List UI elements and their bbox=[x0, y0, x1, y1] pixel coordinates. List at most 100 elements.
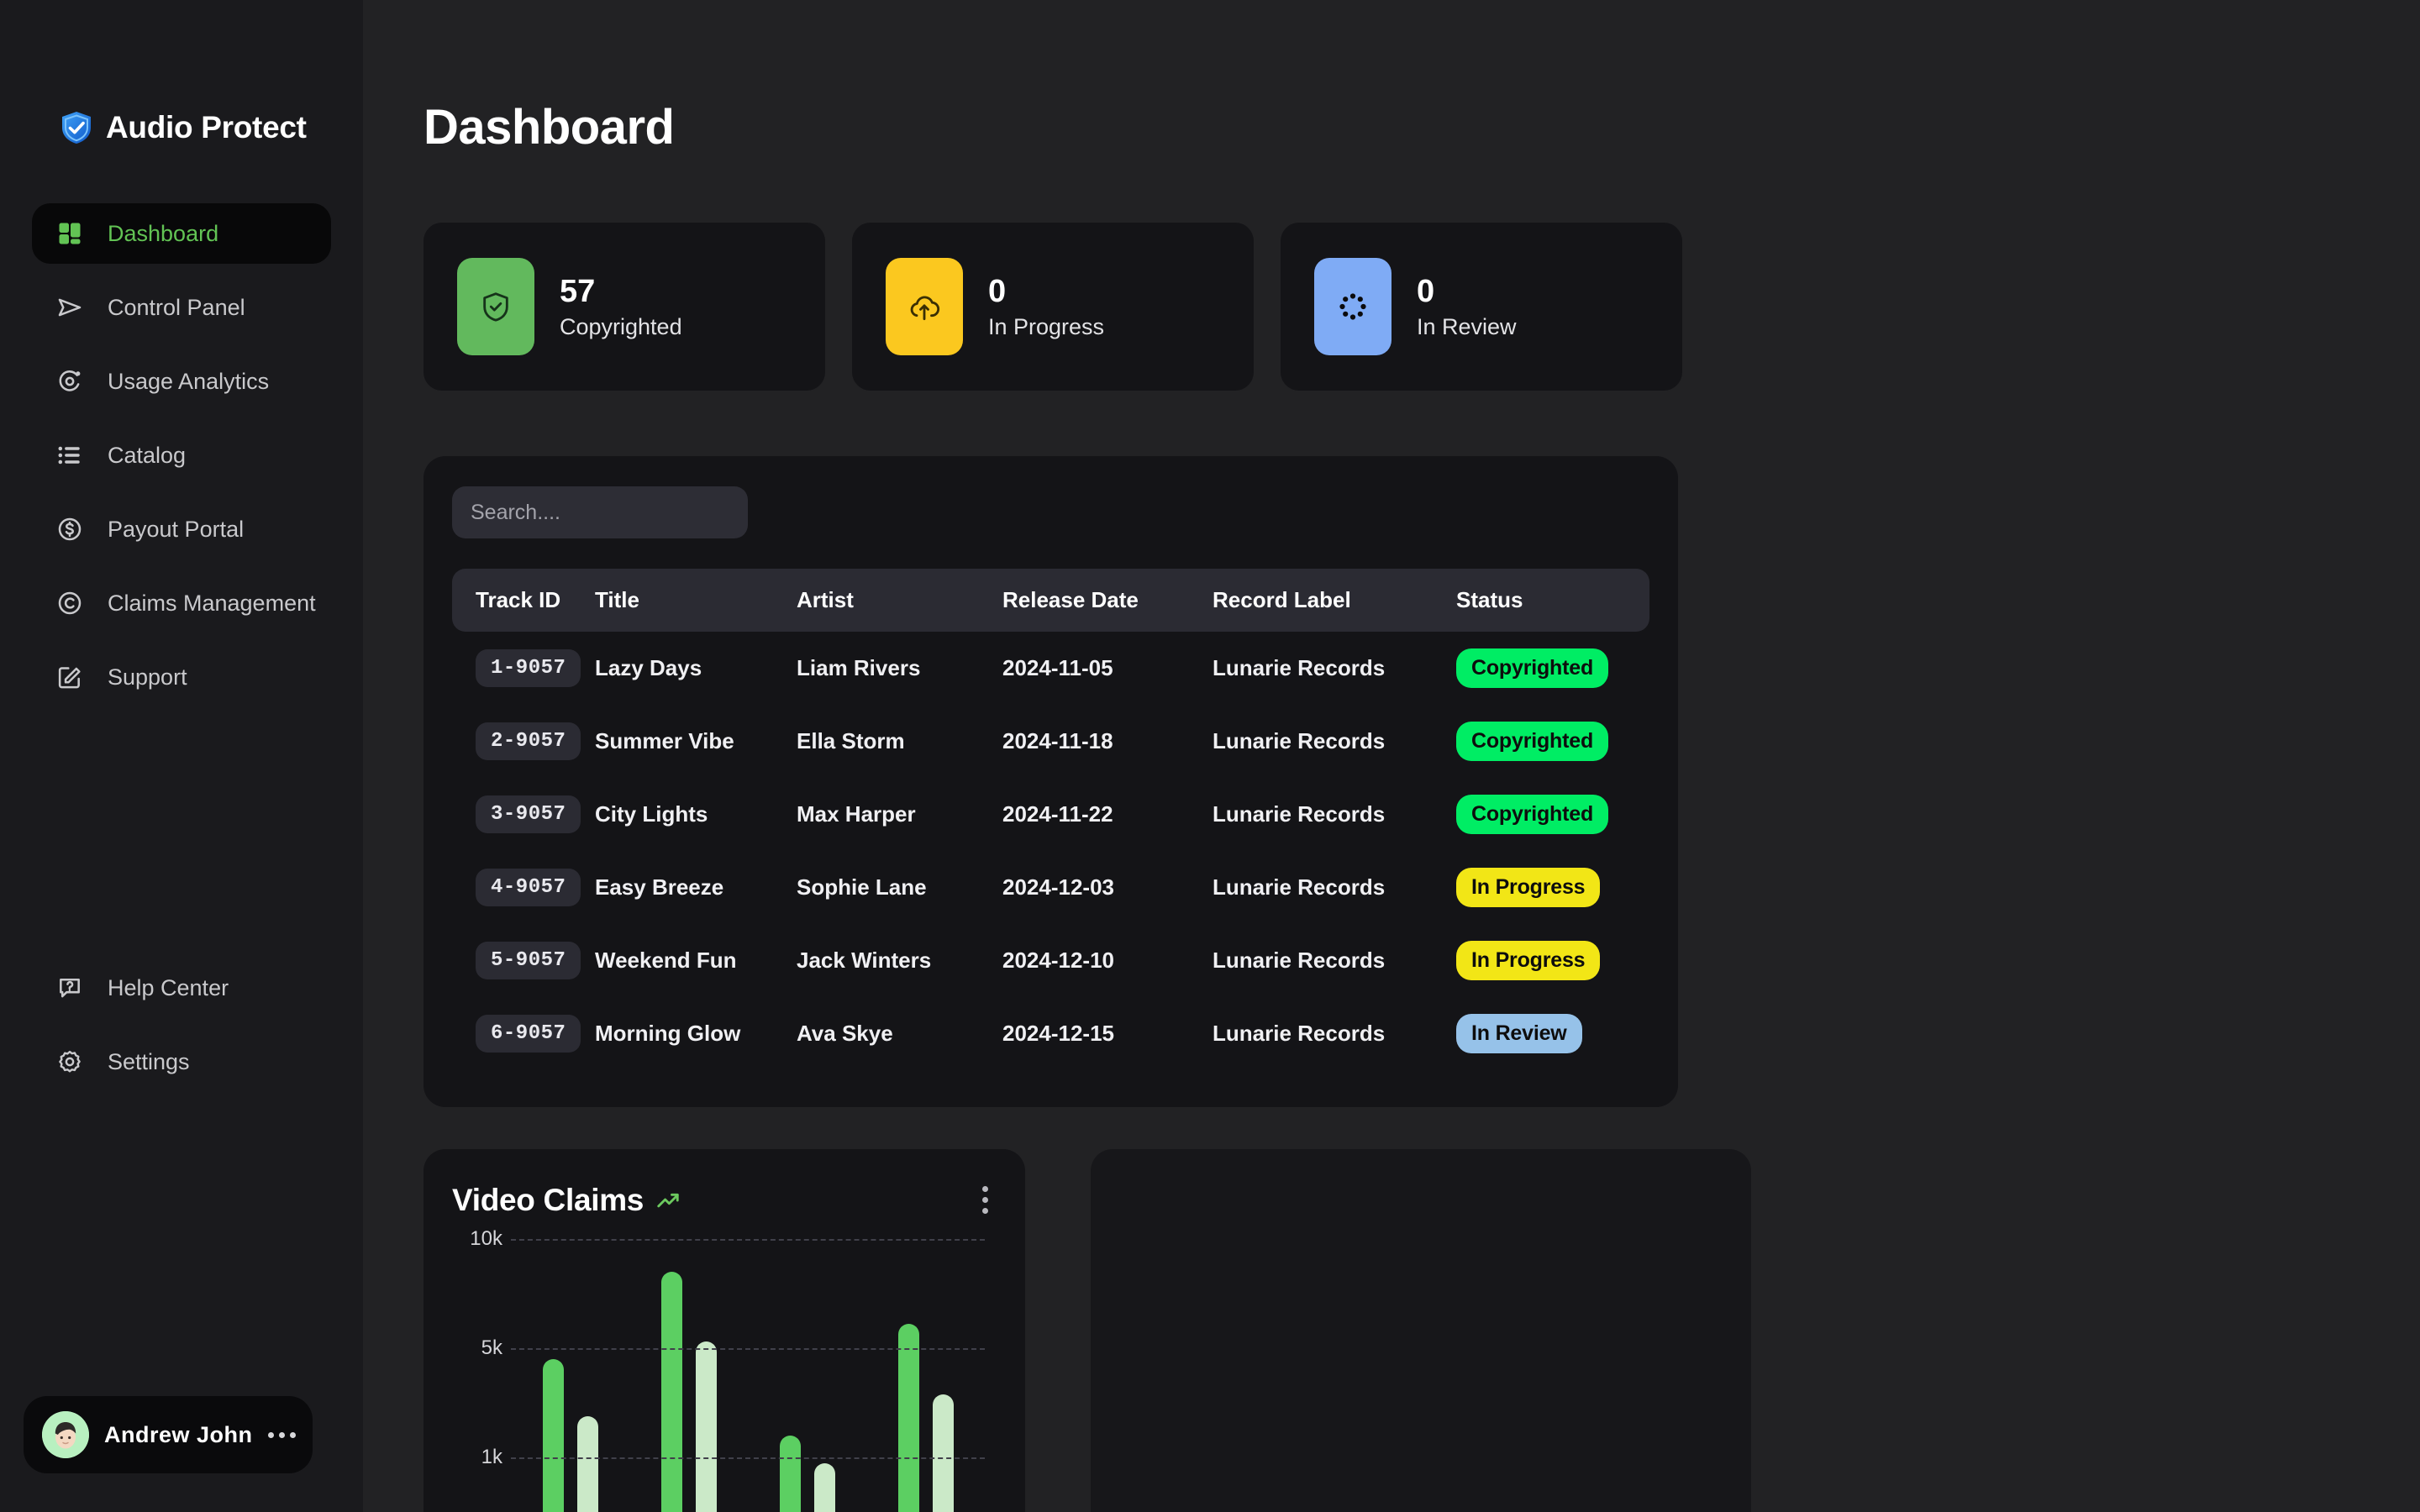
cell-artist: Sophie Lane bbox=[797, 874, 927, 900]
cell-record-label: Lunarie Records bbox=[1213, 655, 1386, 680]
sidebar-item-control-panel[interactable]: Control Panel bbox=[32, 277, 331, 338]
stat-card-in-progress[interactable]: 0 In Progress bbox=[852, 223, 1254, 391]
help-chat-icon bbox=[54, 972, 86, 1004]
table-header-row: Track ID Title Artist Release Date Recor… bbox=[452, 569, 1649, 632]
table-row[interactable]: 5-9057 Weekend Fun Jack Winters 2024-12-10 L… bbox=[452, 924, 1649, 997]
status-badge: In Progress bbox=[1456, 941, 1601, 980]
sidebar-item-label: Support bbox=[108, 664, 187, 690]
cell-track-id: 5-9057 bbox=[452, 924, 595, 997]
cell-record-label: Lunarie Records bbox=[1213, 801, 1386, 827]
app-root: Audio Protect Dashboard Control Panel Us bbox=[0, 0, 2420, 1512]
chart-bar[interactable] bbox=[897, 1324, 919, 1512]
empty-panel-card bbox=[1091, 1149, 1751, 1512]
cell-status: In Progress bbox=[1456, 924, 1649, 997]
sidebar-nav-bottom: Help Center Settings bbox=[0, 958, 363, 1105]
sidebar-item-settings[interactable]: Settings bbox=[32, 1032, 331, 1092]
table-row[interactable]: 6-9057 Morning Glow Ava Skye 2024-12-15 Luna… bbox=[452, 997, 1649, 1070]
trending-up-icon bbox=[655, 1188, 681, 1213]
more-vertical-icon[interactable] bbox=[974, 1181, 997, 1219]
table-row[interactable]: 1-9057 Lazy Days Liam Rivers 2024-11-05 Luna… bbox=[452, 632, 1649, 705]
tracks-table: Track ID Title Artist Release Date Recor… bbox=[452, 569, 1649, 1070]
cell-track-id: 2-9057 bbox=[452, 705, 595, 778]
chart-bar[interactable] bbox=[695, 1341, 717, 1512]
y-axis-tick: 5k bbox=[481, 1336, 502, 1359]
cell-title: City Lights bbox=[595, 801, 708, 827]
stat-value: 0 bbox=[1417, 273, 1435, 309]
stat-text: 57 Copyrighted bbox=[560, 276, 682, 339]
sidebar-item-label: Payout Portal bbox=[108, 516, 245, 542]
main-content: Dashboard 57 Copyrighted 0 In Progress 0… bbox=[363, 0, 2420, 1512]
chart-bar[interactable] bbox=[542, 1359, 564, 1512]
video-claims-card: Video Claims 10k5k1k0 Q1Q2Q3Q4 bbox=[424, 1149, 1025, 1512]
cell-artist: Max Harper bbox=[797, 801, 916, 827]
cell-track-id: 4-9057 bbox=[452, 851, 595, 924]
chart-bar[interactable] bbox=[932, 1394, 954, 1512]
table-header: Track ID Title Artist Release Date Recor… bbox=[452, 569, 1649, 632]
sidebar-item-usage-analytics[interactable]: Usage Analytics bbox=[32, 351, 331, 412]
stat-text: 0 In Progress bbox=[988, 276, 1104, 339]
chart-bar-group bbox=[779, 1239, 835, 1512]
column-header-status[interactable]: Status bbox=[1456, 569, 1649, 632]
chart-header: Video Claims bbox=[452, 1181, 997, 1219]
cell-status: In Review bbox=[1456, 997, 1649, 1070]
more-horizontal-icon[interactable] bbox=[267, 1431, 302, 1438]
chart-bar-group bbox=[660, 1239, 717, 1512]
stat-value: 0 bbox=[988, 273, 1007, 309]
chart-bar[interactable] bbox=[576, 1416, 598, 1512]
profile-name: Andrew John bbox=[104, 1421, 253, 1447]
table-row[interactable]: 2-9057 Summer Vibe Ella Storm 2024-11-18 Lun… bbox=[452, 705, 1649, 778]
chart-plot bbox=[511, 1239, 985, 1512]
avatar bbox=[42, 1411, 89, 1458]
cell-release-date: 2024-11-18 bbox=[1002, 728, 1113, 753]
track-id-pill: 1-9057 bbox=[476, 649, 581, 687]
table-row[interactable]: 4-9057 Easy Breeze Sophie Lane 2024-12-03 Lu… bbox=[452, 851, 1649, 924]
column-header-record-label[interactable]: Record Label bbox=[1213, 569, 1456, 632]
table-body: 1-9057 Lazy Days Liam Rivers 2024-11-05 Luna… bbox=[452, 632, 1649, 1070]
track-id-pill: 3-9057 bbox=[476, 795, 581, 833]
chart-bar-group bbox=[897, 1239, 954, 1512]
sidebar-item-label: Settings bbox=[108, 1048, 190, 1074]
status-badge: In Progress bbox=[1456, 868, 1601, 907]
column-header-title[interactable]: Title bbox=[595, 569, 797, 632]
sidebar-item-payout-portal[interactable]: Payout Portal bbox=[32, 499, 331, 559]
sidebar-item-label: Catalog bbox=[108, 442, 187, 468]
sidebar-item-dashboard[interactable]: Dashboard bbox=[32, 203, 331, 264]
sidebar-item-label: Control Panel bbox=[108, 294, 245, 320]
column-header-track-id[interactable]: Track ID bbox=[452, 569, 595, 632]
chart-bar[interactable] bbox=[813, 1462, 835, 1512]
status-badge: Copyrighted bbox=[1456, 722, 1609, 761]
table-row[interactable]: 3-9057 City Lights Max Harper 2024-11-22 Lun… bbox=[452, 778, 1649, 851]
sidebar-item-catalog[interactable]: Catalog bbox=[32, 425, 331, 486]
column-header-artist[interactable]: Artist bbox=[797, 569, 1002, 632]
column-header-release-date[interactable]: Release Date bbox=[1002, 569, 1213, 632]
sidebar-item-help-center[interactable]: Help Center bbox=[32, 958, 331, 1018]
track-id-pill: 5-9057 bbox=[476, 942, 581, 979]
stat-label: In Review bbox=[1417, 313, 1517, 339]
chart-bar[interactable] bbox=[779, 1436, 801, 1512]
cell-artist: Ava Skye bbox=[797, 1021, 893, 1046]
chart-gridline bbox=[511, 1239, 985, 1241]
y-axis-tick: 1k bbox=[481, 1446, 502, 1468]
cell-track-id: 3-9057 bbox=[452, 778, 595, 851]
shield-check-icon bbox=[59, 110, 94, 145]
sidebar-item-claims-management[interactable]: Claims Management bbox=[32, 573, 331, 633]
edit-square-icon bbox=[54, 661, 86, 693]
user-profile-card[interactable]: Andrew John bbox=[24, 1396, 313, 1473]
cell-release-date: 2024-12-03 bbox=[1002, 874, 1114, 900]
cell-record-label: Lunarie Records bbox=[1213, 728, 1386, 753]
brand-name: Audio Protect bbox=[106, 110, 307, 144]
search-input[interactable] bbox=[452, 486, 748, 538]
stat-icon-tile bbox=[457, 258, 534, 355]
track-id-pill: 2-9057 bbox=[476, 722, 581, 760]
sidebar-item-label: Claims Management bbox=[108, 590, 316, 616]
sidebar: Audio Protect Dashboard Control Panel Us bbox=[0, 0, 363, 1512]
cell-artist: Jack Winters bbox=[797, 948, 932, 973]
sidebar-item-support[interactable]: Support bbox=[32, 647, 331, 707]
stat-card-in-review[interactable]: 0 In Review bbox=[1281, 223, 1682, 391]
chart-bar[interactable] bbox=[660, 1272, 682, 1512]
cell-status: Copyrighted bbox=[1456, 632, 1649, 705]
stat-card-copyrighted[interactable]: 57 Copyrighted bbox=[424, 223, 825, 391]
stat-label: In Progress bbox=[988, 313, 1105, 339]
gear-icon bbox=[54, 1046, 86, 1078]
cell-release-date: 2024-12-15 bbox=[1002, 1021, 1114, 1046]
